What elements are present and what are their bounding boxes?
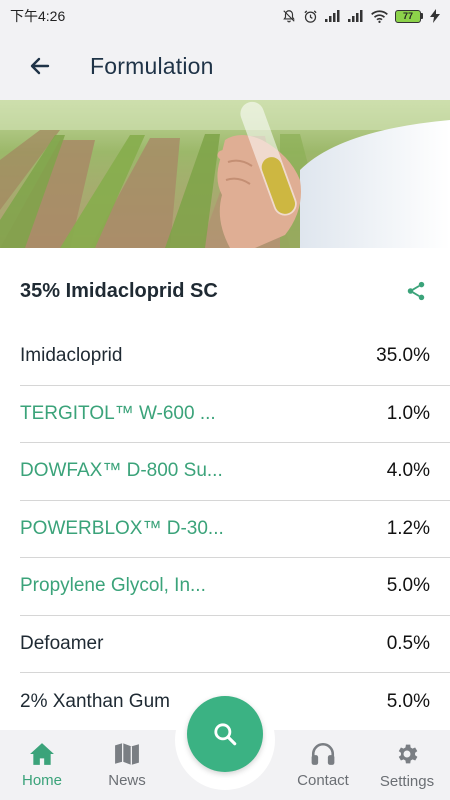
battery-level: 77 bbox=[395, 9, 421, 23]
ingredient-link[interactable]: Propylene Glycol, In... bbox=[20, 575, 206, 597]
ingredient-percent: 4.0% bbox=[386, 460, 430, 482]
status-icons: 77 bbox=[282, 9, 440, 24]
share-icon bbox=[407, 281, 425, 301]
map-icon bbox=[115, 742, 139, 765]
charging-icon bbox=[430, 9, 440, 23]
headphones-icon bbox=[311, 742, 335, 765]
signal-icon bbox=[325, 10, 340, 22]
product-header: 35% Imidacloprid SC bbox=[0, 264, 450, 318]
share-button[interactable] bbox=[402, 277, 430, 305]
ingredient-link[interactable]: TERGITOL™ W-600 ... bbox=[20, 403, 216, 425]
list-item: Defoamer 0.5% bbox=[20, 616, 450, 673]
status-time: 下午4:26 bbox=[10, 8, 66, 24]
list-item[interactable]: TERGITOL™ W-600 ... 1.0% bbox=[20, 386, 450, 443]
ingredient-link[interactable]: POWERBLOX™ D-30... bbox=[20, 518, 224, 540]
product-title: 35% Imidacloprid SC bbox=[20, 279, 218, 302]
ingredient-name: 2% Xanthan Gum bbox=[20, 690, 170, 712]
ingredient-percent: 1.0% bbox=[386, 402, 430, 424]
search-icon bbox=[214, 723, 237, 746]
ingredient-percent: 5.0% bbox=[386, 575, 430, 597]
nav-label: Settings bbox=[379, 772, 435, 790]
battery-icon: 77 bbox=[395, 9, 423, 23]
back-button[interactable] bbox=[20, 46, 60, 86]
nav-label: Home bbox=[21, 771, 62, 789]
nav-settings[interactable]: Settings bbox=[374, 730, 440, 800]
list-item[interactable]: DOWFAX™ D-800 Su... 4.0% bbox=[20, 443, 450, 501]
app-bar: Formulation bbox=[0, 32, 450, 100]
list-item[interactable]: Propylene Glycol, In... 5.0% bbox=[20, 558, 450, 616]
ingredients-list: Imidacloprid 35.0% TERGITOL™ W-600 ... 1… bbox=[20, 328, 450, 731]
ingredient-link[interactable]: DOWFAX™ D-800 Su... bbox=[20, 460, 223, 482]
mute-bell-icon bbox=[283, 10, 295, 23]
nav-contact[interactable]: Contact bbox=[290, 730, 356, 800]
ingredient-percent: 0.5% bbox=[386, 632, 430, 654]
signal-icon bbox=[348, 10, 363, 22]
nav-home[interactable]: Home bbox=[12, 730, 72, 800]
status-bar: 下午4:26 77 bbox=[0, 0, 450, 32]
page-title: Formulation bbox=[90, 52, 214, 79]
ingredient-name: Imidacloprid bbox=[20, 345, 123, 367]
ingredient-percent: 1.2% bbox=[386, 517, 430, 539]
search-button[interactable] bbox=[187, 696, 263, 772]
home-icon bbox=[30, 742, 54, 765]
arrow-left-icon bbox=[30, 57, 50, 75]
gear-icon bbox=[398, 744, 418, 763]
ingredient-percent: 5.0% bbox=[386, 690, 430, 712]
alarm-icon bbox=[304, 9, 317, 23]
nav-label: News bbox=[108, 771, 146, 789]
ingredient-name: Defoamer bbox=[20, 632, 104, 654]
ingredient-percent: 35.0% bbox=[376, 345, 430, 367]
wifi-icon bbox=[371, 9, 388, 23]
nav-label: Contact bbox=[297, 771, 349, 789]
list-item[interactable]: POWERBLOX™ D-30... 1.2% bbox=[20, 501, 450, 558]
nav-news[interactable]: News bbox=[97, 730, 157, 800]
hero-image bbox=[0, 100, 450, 248]
list-item: Imidacloprid 35.0% bbox=[20, 328, 450, 386]
